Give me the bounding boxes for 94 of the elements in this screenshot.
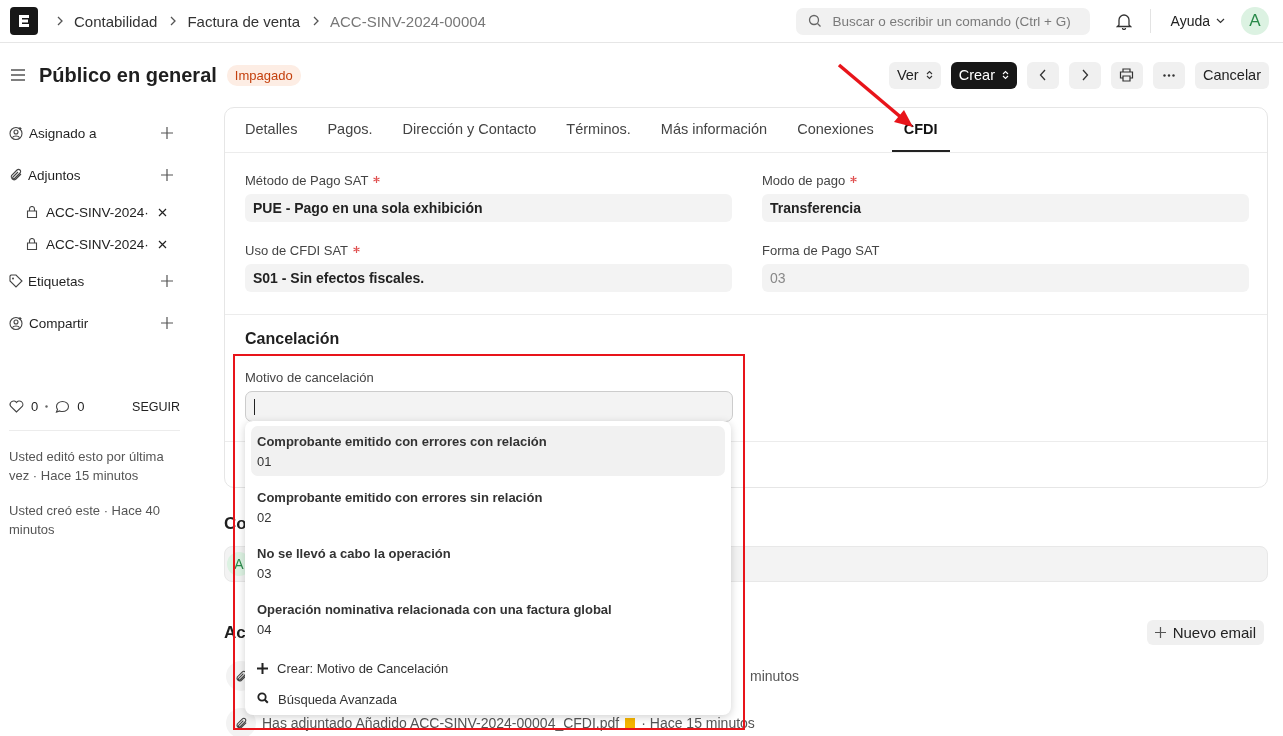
option-title: Operación nominativa relacionada con una factura global: [257, 602, 613, 617]
sidebar-label: Compartir: [29, 315, 89, 331]
activity-text: Has adjuntado Añadido ACC-SINV-2024-00004_CFDI.pdf: [262, 715, 620, 731]
dropdown-action[interactable]: Crear: Motivo de Cancelación: [251, 650, 725, 687]
tab[interactable]: Pagos.: [315, 108, 385, 152]
dropdown-option[interactable]: Operación nominativa relacionada con una factura global 04: [251, 594, 725, 644]
field-label: Forma de Pago SAT: [762, 243, 881, 258]
previous-button[interactable]: [1026, 61, 1059, 89]
search-field[interactable]: Buscar o escribir un comando (Ctrl + G): [795, 7, 1090, 35]
close-icon[interactable]: [158, 207, 167, 217]
lock-icon: [26, 238, 38, 250]
more-icon: [1162, 73, 1175, 77]
plus-icon: [257, 663, 268, 674]
field-label: Método de Pago SAT: [245, 173, 732, 188]
create-button[interactable]: Crear: [950, 61, 1017, 89]
option-code: 03: [257, 566, 273, 581]
print-button[interactable]: [1110, 61, 1143, 89]
dropdown-option[interactable]: Comprobante emitido con errores con relación 01: [251, 426, 725, 476]
option-title: Comprobante emitido con errores sin relación: [257, 490, 544, 505]
breadcrumb-link[interactable]: ACC-SINV-2024-00004: [330, 12, 486, 30]
chevron-down-icon: [1216, 18, 1225, 24]
section-heading: Cancelación: [245, 330, 341, 348]
chevron-right-icon: [1080, 69, 1089, 81]
required-icon: [353, 246, 361, 253]
app-logo[interactable]: [10, 7, 38, 35]
history-text: Usted editó esto por última vez · Hace 15 minutos: [9, 448, 165, 485]
chevron-left-icon: [1038, 69, 1047, 81]
chevron-up-down-icon: [925, 70, 933, 80]
field-label: Modo de pago: [762, 173, 1249, 188]
option-code: 02: [257, 510, 273, 525]
plus-icon: [1154, 627, 1166, 638]
paperclip-icon: [9, 168, 23, 182]
sidebar-label: Etiquetas: [28, 273, 85, 289]
help-menu[interactable]: Ayuda: [1164, 12, 1231, 30]
search-icon: [807, 14, 822, 28]
tab[interactable]: Términos.: [554, 108, 643, 152]
close-icon[interactable]: [158, 239, 167, 249]
user-avatar[interactable]: A: [1241, 7, 1269, 35]
add-icon[interactable]: [161, 275, 173, 287]
document-title: Público en general: [39, 63, 217, 87]
status-badge: Impagado: [226, 64, 301, 86]
search-icon: [257, 692, 269, 704]
tab[interactable]: Más información: [648, 108, 780, 152]
dropdown-action[interactable]: Búsqueda Avanzada: [251, 687, 725, 715]
comment-count: 0: [77, 399, 85, 414]
breadcrumb-link[interactable]: Factura de venta: [187, 12, 300, 30]
add-icon[interactable]: [161, 127, 173, 139]
option-code: 01: [257, 454, 273, 469]
field-label: Uso de CFDI SAT: [245, 243, 732, 258]
input-field[interactable]: S01 - Sin efectos fiscales.: [245, 264, 732, 292]
attachment-link[interactable]: ACC-SINV-2024·: [46, 236, 150, 252]
input-field: 03: [762, 264, 1249, 292]
menu-icon[interactable]: [11, 69, 25, 81]
chevron-icon: [56, 16, 64, 26]
input-field[interactable]: [245, 391, 733, 422]
add-icon[interactable]: [161, 169, 173, 181]
user-plus-icon: [9, 315, 24, 331]
chevron-icon: [169, 16, 178, 26]
option-title: No se llevó a cabo la operación: [257, 546, 452, 561]
tab[interactable]: Dirección y Contacto: [390, 108, 549, 152]
required-icon: [850, 176, 858, 183]
comment-icon: [55, 399, 71, 414]
history-text: Usted creó este · Hace 40 minutos: [9, 502, 162, 539]
follow-link[interactable]: SEGUIR: [132, 399, 180, 414]
heart-icon[interactable]: [9, 400, 24, 413]
new-email-button[interactable]: Nuevo email: [1146, 620, 1264, 645]
add-icon[interactable]: [161, 317, 173, 329]
printer-icon: [1119, 68, 1135, 82]
cancel-button[interactable]: Cancelar: [1194, 61, 1269, 89]
sidebar-label: Asignado a: [29, 125, 97, 141]
notification-bell-icon[interactable]: [1115, 12, 1132, 30]
lock-icon: [26, 206, 38, 218]
tab[interactable]: Conexiones: [785, 108, 886, 152]
user-plus-icon: [9, 125, 24, 141]
next-button[interactable]: [1068, 61, 1101, 89]
file-icon: [625, 718, 636, 728]
chevron-icon: [312, 16, 320, 26]
option-code: 04: [257, 622, 273, 637]
dropdown-option[interactable]: Comprobante emitido con errores sin relación 02: [251, 482, 725, 532]
chevron-up-down-icon: [1001, 70, 1009, 80]
sidebar-label: Adjuntos: [28, 167, 81, 183]
separator-dot: [45, 405, 49, 408]
attachment-link[interactable]: ACC-SINV-2024·: [46, 204, 150, 220]
input-field[interactable]: PUE - Pago en una sola exhibición: [245, 194, 732, 222]
input-field[interactable]: Transferencia: [762, 194, 1249, 222]
breadcrumb-link[interactable]: Contabilidad: [74, 12, 158, 30]
tag-icon: [9, 274, 23, 288]
field-label: Motivo de cancelación: [245, 370, 375, 385]
option-title: Comprobante emitido con errores con relación: [257, 434, 548, 449]
activity-text: minutos: [750, 668, 800, 684]
view-button[interactable]: Ver: [888, 61, 941, 89]
tab[interactable]: Detalles: [233, 108, 310, 152]
like-count: 0: [31, 399, 39, 414]
required-icon: [373, 176, 381, 183]
